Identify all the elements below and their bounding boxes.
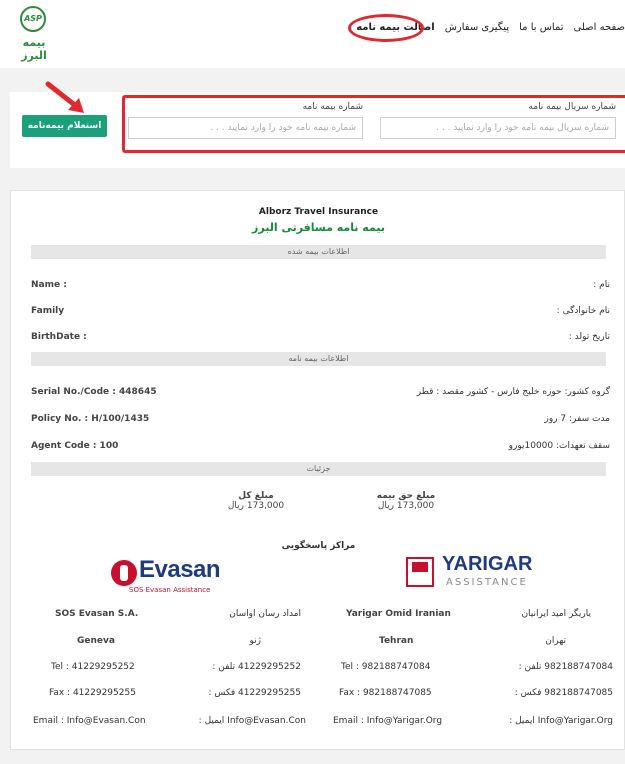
birthdate-label-fa: تاریخ تولد : bbox=[568, 332, 610, 342]
country-group: گروه کشور: حوزه خلیج فارس - کشور مقصد : … bbox=[416, 387, 610, 397]
evasan-city-fa: ژنو bbox=[249, 636, 261, 646]
main-nav: صفحه اصلی تماس با ما پیگیری سفارش اصالت … bbox=[348, 14, 625, 42]
name-label-en: Name : bbox=[31, 280, 67, 290]
agent-code: Agent Code : 100 bbox=[31, 441, 119, 451]
yarigar-tel-fa: 982188747084 تلفن : bbox=[518, 662, 613, 672]
logo-text: بیمه البرز bbox=[21, 36, 47, 62]
insured-info-band: اطلاعات بیمه شده bbox=[31, 245, 606, 259]
yarigar-city-fa: تهران bbox=[545, 636, 566, 646]
evasan-mark-icon bbox=[111, 560, 137, 586]
total-amount-value: 173,000 ریال bbox=[227, 501, 285, 511]
header-bar: ASP بیمه البرز صفحه اصلی تماس با ما پیگی… bbox=[0, 0, 625, 68]
yarigar-name-fa: یاریگر امید ایرانیان bbox=[521, 609, 591, 619]
yarigar-subtitle: ASSISTANCE bbox=[446, 577, 528, 588]
serial-code: Serial No./Code : 448645 bbox=[31, 387, 157, 397]
yarigar-fax-en: Fax : 982188747085 bbox=[339, 688, 432, 698]
nav-order-tracking[interactable]: پیگیری سفارش bbox=[445, 22, 509, 33]
evasan-email-fa[interactable]: Info@Evasan.Con ایمیل : bbox=[181, 716, 306, 726]
policy-card: Alborz Travel Insurance بیمه نامه مسافرت… bbox=[10, 190, 625, 750]
serial-number-label: شماره سریال بیمه نامه bbox=[528, 102, 616, 112]
yarigar-fax-fa: 982188747085 فکس : bbox=[514, 688, 613, 698]
policy-title-en: Alborz Travel Insurance bbox=[258, 207, 379, 217]
yarigar-brand: YARIGAR bbox=[442, 553, 533, 575]
family-label-fa: نام خانوادگی : bbox=[556, 306, 610, 316]
yarigar-tel-en: Tel : 982188747084 bbox=[341, 662, 431, 672]
policy-number-group: شماره بیمه نامه bbox=[128, 102, 363, 139]
yarigar-name-en: Yarigar Omid Iranian bbox=[346, 609, 451, 619]
coverage-ceiling: سقف تعهدات: 10000یورو bbox=[508, 441, 610, 451]
details-band: جزئیات bbox=[31, 462, 606, 476]
premium-amount: مبلغ حق بیمه 173,000 ریال bbox=[356, 491, 456, 511]
inquiry-button[interactable]: استعلام بیمه‌نامه bbox=[22, 115, 107, 137]
evasan-name-en: SOS Evasan S.A. bbox=[55, 609, 139, 619]
evasan-subtitle: SOS Evasan Assistance bbox=[129, 586, 211, 594]
serial-number-group: شماره سریال بیمه نامه bbox=[380, 102, 616, 139]
policy-number: Policy No. : H/100/1435 bbox=[31, 414, 150, 424]
policy-title-fa: بیمه نامه مسافرتی البرز bbox=[252, 221, 385, 234]
policy-number-label: شماره بیمه نامه bbox=[302, 102, 363, 112]
yarigar-email-en[interactable]: Email : Info@Yarigar.Org bbox=[333, 716, 442, 726]
nav-home[interactable]: صفحه اصلی bbox=[574, 22, 625, 33]
evasan-fax-fa: 41229295255 فکس : bbox=[208, 688, 301, 698]
trip-duration: مدت سفر: 7 روز bbox=[544, 414, 610, 424]
evasan-fax-en: Fax : 41229295255 bbox=[49, 688, 136, 698]
arrow-annotation-icon bbox=[45, 81, 84, 113]
nav-contact[interactable]: تماس با ما bbox=[519, 22, 563, 33]
name-label-fa: نام : bbox=[593, 280, 610, 290]
evasan-email-en[interactable]: Email : Info@Evasan.Con bbox=[33, 716, 146, 726]
total-amount-label: مبلغ کل bbox=[238, 491, 274, 501]
evasan-tel-fa: 41229295252 تلفن : bbox=[212, 662, 301, 672]
policy-number-input[interactable] bbox=[128, 117, 363, 139]
evasan-logo: Evasan SOS Evasan Assistance bbox=[111, 556, 241, 596]
family-label-en: Family bbox=[31, 306, 65, 316]
evasan-brand: Evasan bbox=[139, 556, 221, 583]
serial-number-input[interactable] bbox=[380, 117, 616, 139]
evasan-tel-en: Tel : 41229295252 bbox=[51, 662, 135, 672]
yarigar-email-fa[interactable]: Info@Yarigar.Org ایمیل : bbox=[476, 716, 613, 726]
evasan-city-en: Geneva bbox=[77, 636, 115, 646]
response-centers-label: مراکز پاسخگویی bbox=[281, 541, 356, 551]
premium-amount-value: 173,000 ریال bbox=[377, 501, 435, 511]
logo-mark: ASP bbox=[20, 6, 46, 32]
premium-amount-label: مبلغ حق بیمه bbox=[376, 491, 436, 501]
yarigar-mark-icon bbox=[406, 557, 434, 587]
nav-policy-authenticity[interactable]: اصالت بیمه نامه bbox=[348, 14, 435, 42]
total-amount: مبلغ کل 173,000 ریال bbox=[206, 491, 306, 511]
yarigar-city-en: Tehran bbox=[379, 636, 414, 646]
policy-info-band: اطلاعات بیمه نامه bbox=[31, 352, 606, 366]
site-logo[interactable]: ASP بیمه البرز bbox=[8, 6, 60, 62]
yarigar-logo: YARIGAR ASSISTANCE bbox=[406, 553, 546, 597]
evasan-name-fa: امداد رسان اواسان bbox=[229, 609, 301, 619]
birthdate-label-en: BirthDate : bbox=[31, 332, 87, 342]
inquiry-panel: استعلام بیمه‌نامه شماره بیمه نامه شماره … bbox=[10, 81, 625, 168]
